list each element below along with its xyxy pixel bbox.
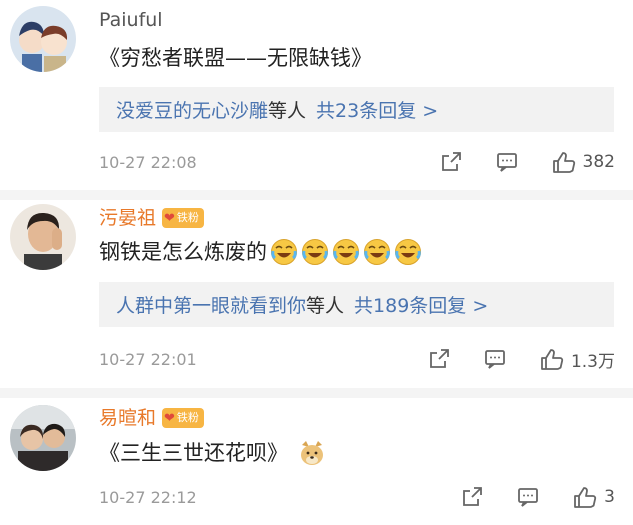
reply-names[interactable]: 没爱豆的无心沙雕 — [116, 96, 268, 123]
username-text[interactable]: 易暄和 — [99, 406, 156, 430]
comment-text: 钢铁是怎么炼废的 — [99, 238, 422, 266]
comment-text: 《穷愁者联盟——无限缺钱》 — [99, 44, 372, 72]
comment-text: 《三生三世还花呗》 — [99, 439, 326, 467]
thumbs-up-icon — [572, 485, 598, 509]
share-icon[interactable] — [439, 150, 463, 174]
avatar[interactable] — [10, 204, 76, 270]
laugh-cry-emoji — [270, 238, 298, 266]
laugh-cry-emoji — [394, 238, 422, 266]
like-count: 382 — [582, 152, 615, 172]
reply-sep: 等人 — [306, 295, 345, 317]
share-icon[interactable] — [460, 485, 484, 509]
comment-time: 10-27 22:12 — [99, 487, 197, 507]
username[interactable]: 易暄和 ❤ 铁粉 — [99, 406, 204, 430]
reply-summary[interactable]: 没爱豆的无心沙雕 等人 共23条回复 > — [99, 87, 614, 132]
thumbs-up-icon — [539, 347, 565, 371]
fan-badge: ❤ 铁粉 — [162, 408, 204, 428]
fan-badge-label: 铁粉 — [176, 411, 199, 424]
laugh-cry-emoji — [363, 238, 391, 266]
avatar[interactable] — [10, 6, 76, 72]
comment-icon[interactable] — [483, 347, 507, 371]
comment-time: 10-27 22:01 — [99, 349, 197, 369]
heart-icon: ❤ — [164, 210, 175, 226]
reply-count-link[interactable]: 共189条回复 > — [354, 291, 488, 318]
reply-sep: 等人 — [268, 100, 307, 122]
divider — [0, 190, 633, 200]
laugh-cry-emoji — [332, 238, 360, 266]
comment-text-content: 《三生三世还花呗》 — [99, 441, 288, 465]
comment-time: 10-27 22:08 — [99, 152, 197, 172]
avatar[interactable] — [10, 405, 76, 471]
like-button[interactable]: 3 — [572, 485, 615, 509]
like-count: 3 — [604, 487, 615, 507]
comment-item: Paiuful 《穷愁者联盟——无限缺钱》 没爱豆的无心沙雕 等人 共23条回复… — [0, 0, 633, 190]
username-text[interactable]: 污晏祖 — [99, 206, 156, 230]
like-button[interactable]: 1.3万 — [539, 347, 615, 372]
thumbs-up-icon — [551, 150, 577, 174]
comment-item: 污晏祖 ❤ 铁粉 钢铁是怎么炼废的 人群中第一眼就看到你 等人 共189条回复 … — [0, 200, 633, 390]
fan-badge-label: 铁粉 — [176, 211, 199, 224]
divider — [0, 388, 633, 398]
comment-meta: 10-27 22:12 3 — [99, 485, 615, 509]
username-text[interactable]: Paiuful — [99, 8, 163, 32]
username[interactable]: 污晏祖 ❤ 铁粉 — [99, 206, 204, 230]
comment-item: 易暄和 ❤ 铁粉 《三生三世还花呗》 10-27 22:12 3 — [0, 398, 633, 525]
comment-meta: 10-27 22:08 382 — [99, 150, 615, 174]
heart-icon: ❤ — [164, 410, 175, 426]
like-count: 1.3万 — [570, 351, 615, 372]
comment-icon[interactable] — [495, 150, 519, 174]
like-button[interactable]: 382 — [551, 150, 615, 174]
doge-emoji — [298, 439, 326, 467]
comment-meta: 10-27 22:01 1.3万 — [99, 347, 615, 372]
comment-text-content: 钢铁是怎么炼废的 — [99, 240, 267, 264]
reply-names[interactable]: 人群中第一眼就看到你 — [116, 291, 306, 318]
fan-badge: ❤ 铁粉 — [162, 208, 204, 228]
laugh-cry-emoji — [301, 238, 329, 266]
comment-icon[interactable] — [516, 485, 540, 509]
username[interactable]: Paiuful — [99, 8, 163, 32]
comment-text-content: 《穷愁者联盟——无限缺钱》 — [99, 46, 372, 70]
share-icon[interactable] — [427, 347, 451, 371]
reply-count-link[interactable]: 共23条回复 > — [316, 96, 438, 123]
reply-summary[interactable]: 人群中第一眼就看到你 等人 共189条回复 > — [99, 282, 614, 327]
